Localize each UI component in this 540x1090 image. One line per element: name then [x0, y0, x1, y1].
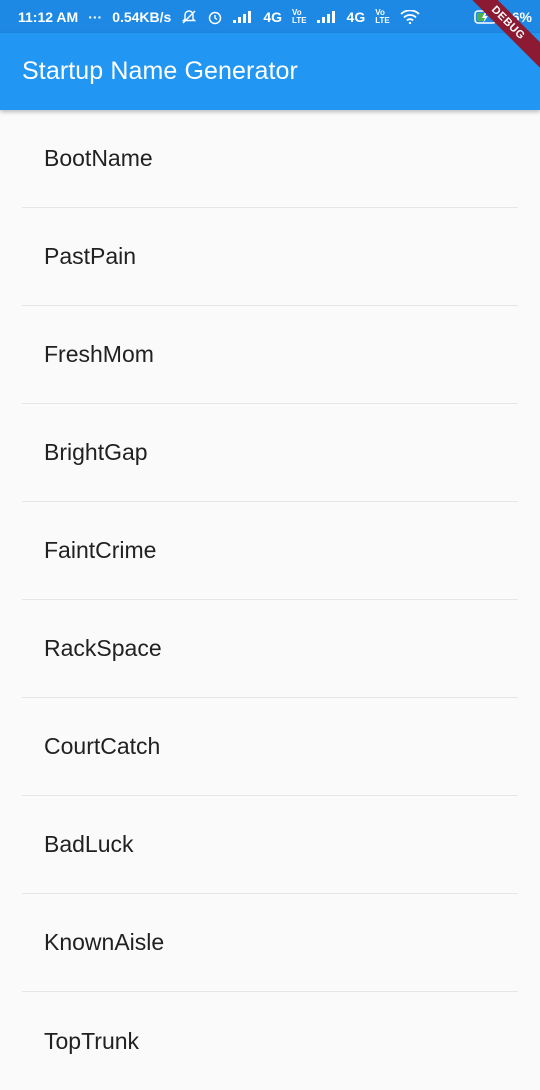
list-item[interactable]: TopTrunk: [22, 992, 518, 1090]
mute-bell-icon: [181, 9, 197, 25]
list-item-label: KnownAisle: [44, 929, 165, 955]
status-bar: 11:12 AM ··· 0.54KB/s 4G Vo LTE 4G Vo LTE …: [0, 0, 540, 33]
list-item-label: FreshMom: [44, 341, 154, 367]
list-item[interactable]: BootName: [22, 110, 518, 208]
list-item-label: TopTrunk: [44, 1027, 140, 1054]
battery-percentage: 46%: [503, 8, 532, 25]
wifi-icon: [400, 9, 420, 24]
status-network-speed: 0.54KB/s: [112, 8, 172, 25]
list-item[interactable]: BadLuck: [22, 796, 518, 894]
startup-name-list[interactable]: BootName PastPain FreshMom BrightGap Fai…: [22, 110, 518, 1090]
list-item[interactable]: RackSpace: [22, 600, 518, 698]
list-item-label: FaintCrime: [44, 537, 157, 563]
list-item[interactable]: PastPain: [22, 208, 518, 306]
list-item-label: CourtCatch: [44, 733, 161, 759]
app-bar-title: Startup Name Generator: [22, 57, 298, 85]
volte-icon: Vo LTE: [375, 7, 390, 25]
network-type-1: 4G: [263, 8, 283, 25]
list-item[interactable]: BrightGap: [22, 404, 518, 502]
status-more-icon: ···: [88, 8, 103, 25]
list-item-label: PastPain: [44, 243, 137, 269]
list-item[interactable]: CourtCatch: [22, 698, 518, 796]
list-item[interactable]: KnownAisle: [22, 894, 518, 992]
signal-icon: [316, 10, 337, 23]
signal-icon: [233, 10, 253, 23]
app-bar: Startup Name Generator: [0, 33, 540, 110]
volte-icon: Vo LTE: [292, 7, 307, 25]
list-item[interactable]: FreshMom: [22, 306, 518, 404]
list-item-label: BadLuck: [44, 831, 134, 857]
status-time: 11:12 AM: [18, 8, 79, 25]
list-item-label: BrightGap: [44, 439, 148, 465]
network-type-2: 4G: [346, 8, 366, 25]
battery-charging-icon: [474, 9, 500, 24]
alarm-icon: [207, 9, 223, 25]
list-item-label: BootName: [44, 145, 153, 171]
list-item[interactable]: FaintCrime: [22, 502, 518, 600]
list-item-label: RackSpace: [44, 635, 162, 661]
